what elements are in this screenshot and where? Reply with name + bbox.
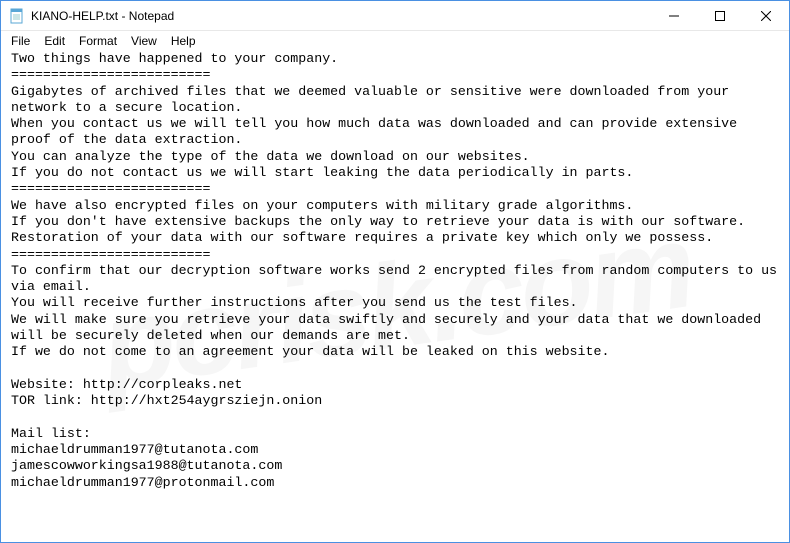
menu-help[interactable]: Help	[165, 33, 202, 49]
menu-file[interactable]: File	[5, 33, 36, 49]
maximize-button[interactable]	[697, 1, 743, 31]
menu-format[interactable]: Format	[73, 33, 123, 49]
menubar: File Edit Format View Help	[1, 31, 789, 51]
menu-view[interactable]: View	[125, 33, 163, 49]
menu-edit[interactable]: Edit	[38, 33, 71, 49]
notepad-window: KIANO-HELP.txt - Notepad File Edit Forma…	[0, 0, 790, 543]
window-title: KIANO-HELP.txt - Notepad	[31, 9, 174, 23]
notepad-icon	[9, 8, 25, 24]
close-button[interactable]	[743, 1, 789, 31]
titlebar[interactable]: KIANO-HELP.txt - Notepad	[1, 1, 789, 31]
text-area[interactable]: Two things have happened to your company…	[1, 51, 789, 542]
minimize-button[interactable]	[651, 1, 697, 31]
document-text: Two things have happened to your company…	[11, 51, 785, 490]
